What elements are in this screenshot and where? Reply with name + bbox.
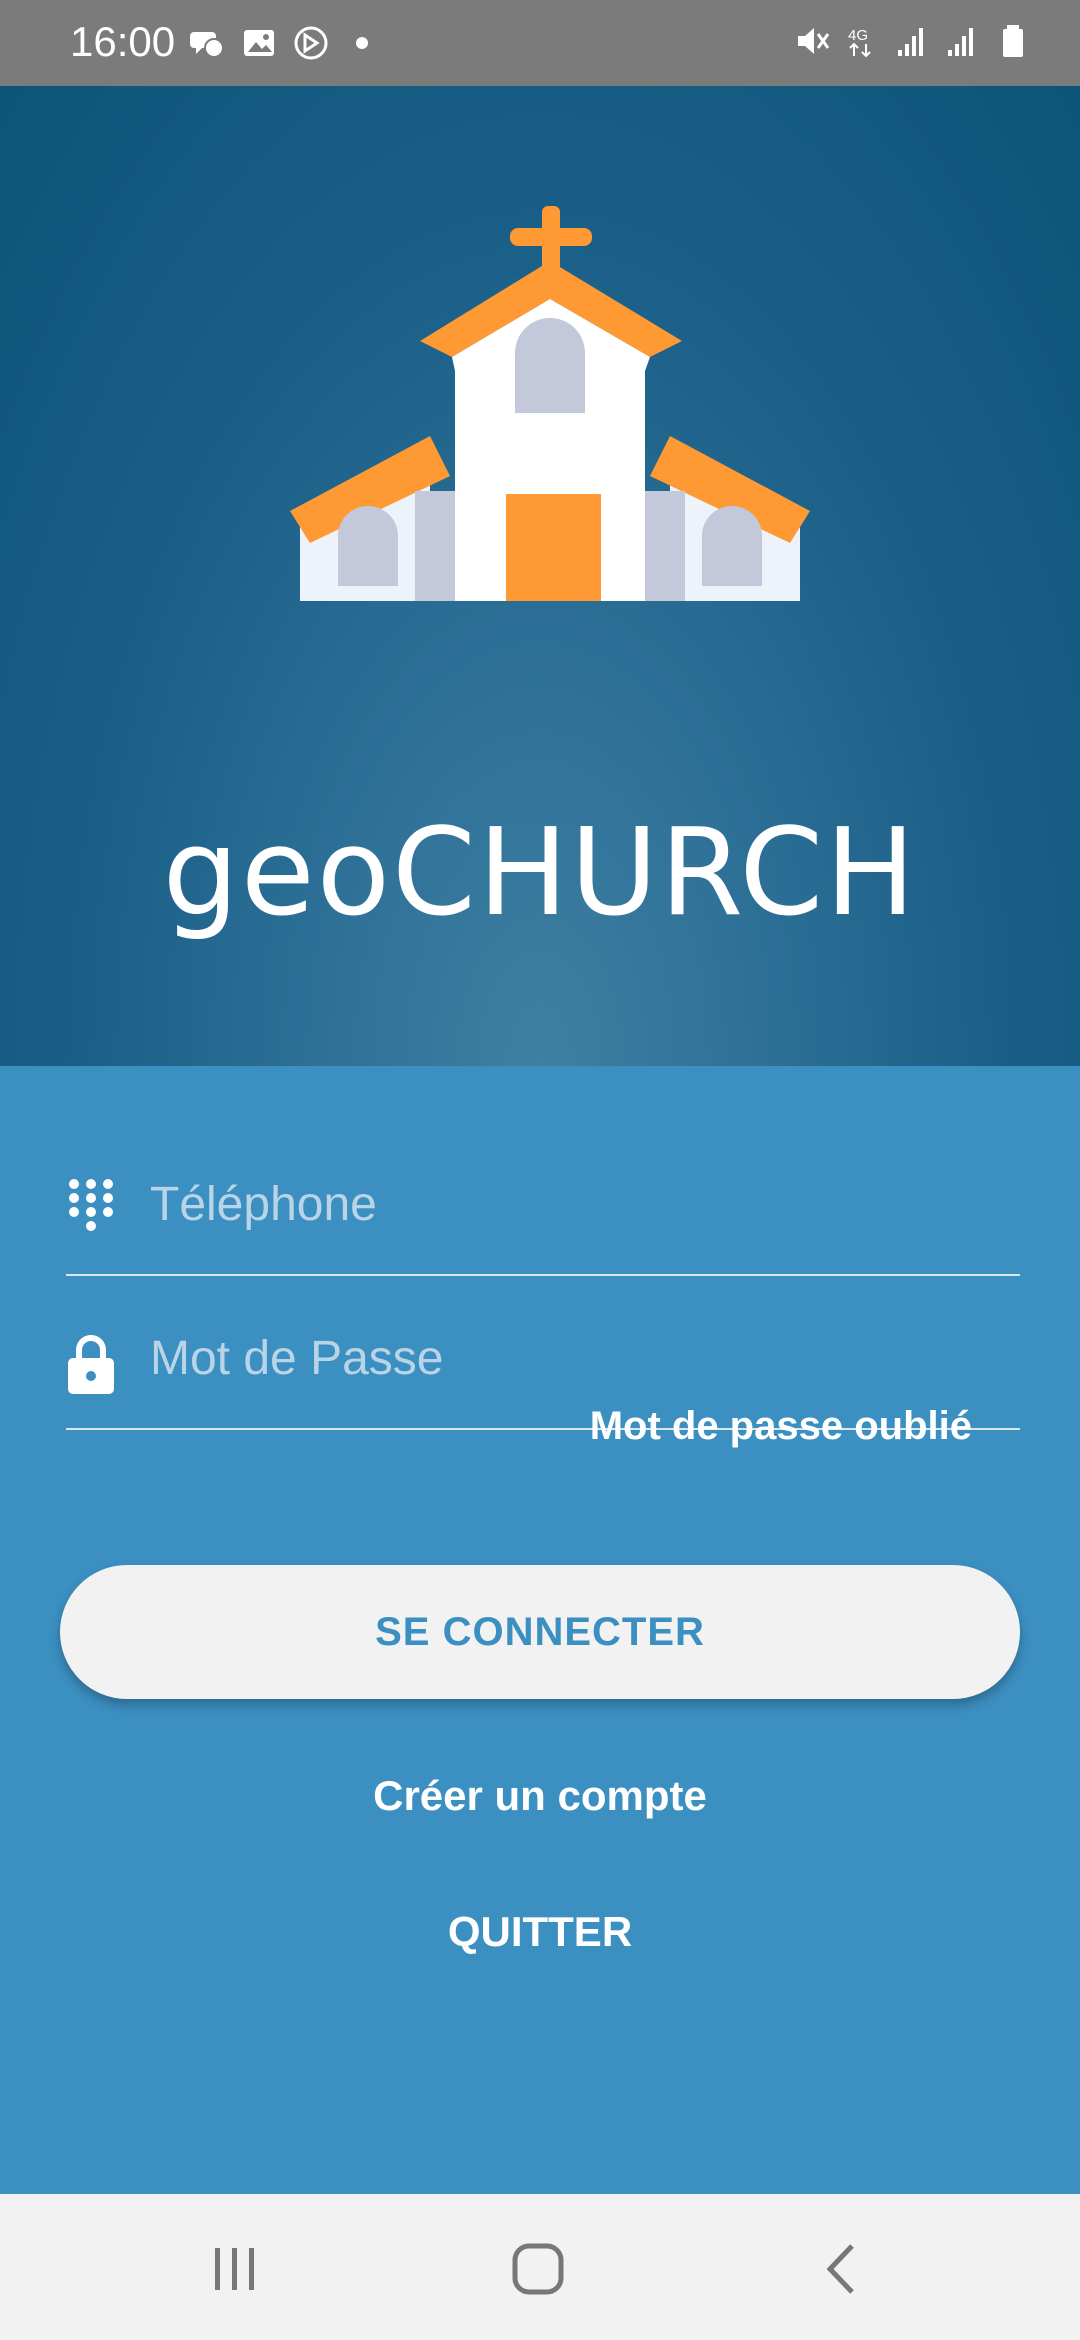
mute-icon — [798, 28, 830, 54]
4g-icon: 4G — [848, 27, 871, 58]
church-logo-icon — [290, 206, 810, 601]
image-icon — [244, 30, 274, 56]
dialpad-icon — [69, 1179, 113, 1231]
password-input[interactable] — [150, 1318, 1010, 1398]
notification-dot-icon — [356, 37, 368, 49]
status-right-icons: 4G — [794, 22, 1032, 60]
nav-arrow-icon — [294, 26, 328, 60]
lock-icon — [68, 1335, 114, 1394]
svg-text:4G: 4G — [848, 27, 868, 44]
recent-apps-icon[interactable] — [200, 2234, 270, 2304]
login-button[interactable]: SE CONNECTER — [60, 1565, 1020, 1699]
brand-title: geoCHURCH — [162, 804, 918, 943]
status-time: 16:00 — [70, 18, 176, 65]
phone-field[interactable] — [66, 1124, 1020, 1276]
status-bar: 16:00 4G — [0, 0, 1080, 86]
signal-icon — [898, 28, 923, 56]
create-account-link[interactable]: Créer un compte — [0, 1772, 1080, 1820]
chat-icon — [190, 32, 224, 58]
home-icon[interactable] — [503, 2234, 573, 2304]
back-icon[interactable] — [808, 2234, 878, 2304]
forgot-password-link[interactable]: Mot de passe oublié — [590, 1404, 972, 1449]
status-left-icons — [188, 24, 368, 62]
system-nav-bar — [0, 2194, 1080, 2340]
quit-button[interactable]: QUITTER — [0, 1908, 1080, 1956]
hero-banner: geoCHURCH — [0, 86, 1080, 1066]
battery-icon — [1003, 25, 1023, 57]
phone-input[interactable] — [150, 1164, 1010, 1244]
signal-icon — [948, 28, 973, 56]
